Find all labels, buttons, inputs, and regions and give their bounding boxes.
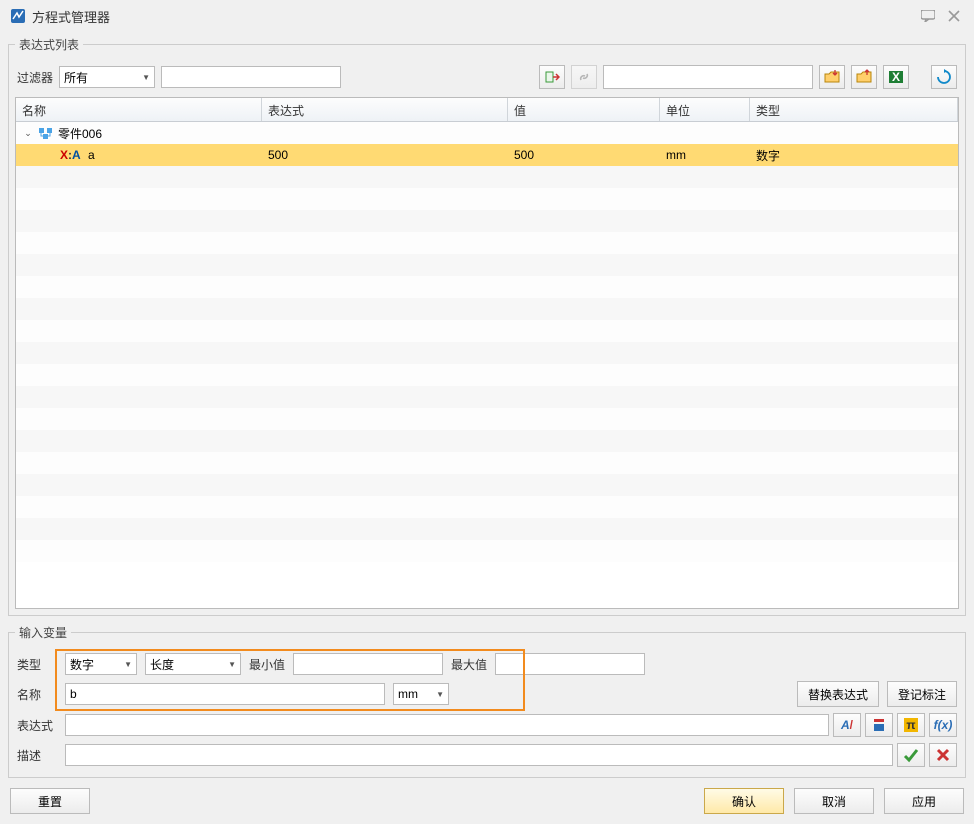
input-variable-panel: 输入变量 类型 数字▼ 长度▼ 最小值 最大值 名称 mm▼ [8, 624, 966, 778]
filter-label: 过滤器 [17, 69, 53, 86]
expression-label: 表达式 [17, 717, 65, 734]
font-italic-icon[interactable]: A/ [833, 713, 861, 737]
excel-button[interactable]: X [883, 65, 909, 89]
quantity-combo[interactable]: 长度▼ [145, 653, 241, 675]
description-input[interactable] [65, 744, 893, 766]
variable-icon: X:A [60, 148, 81, 162]
link-button[interactable] [571, 65, 597, 89]
part-icon [38, 125, 54, 141]
col-expr[interactable]: 表达式 [262, 98, 508, 121]
name-label: 名称 [17, 686, 65, 703]
apply-button[interactable]: 应用 [884, 788, 964, 814]
svg-text:π: π [906, 718, 915, 732]
expression-list-panel: 表达式列表 过滤器 所有 ▼ X [8, 36, 966, 616]
pi-icon[interactable]: π [897, 713, 925, 737]
tree-group-label: 零件006 [58, 125, 958, 142]
row-name: a [88, 148, 95, 162]
register-annotation-button[interactable]: 登记标注 [887, 681, 957, 707]
col-value[interactable]: 值 [508, 98, 660, 121]
cell-type: 数字 [750, 145, 958, 166]
feedback-icon[interactable] [918, 6, 938, 26]
chevron-down-icon: ▼ [142, 73, 150, 82]
type-label: 类型 [17, 656, 65, 673]
replace-expression-button[interactable]: 替换表达式 [797, 681, 879, 707]
accept-icon[interactable] [897, 743, 925, 767]
input-form: 类型 数字▼ 长度▼ 最小值 最大值 名称 mm▼ 替换 [15, 649, 959, 771]
ok-button[interactable]: 确认 [704, 788, 784, 814]
search-input[interactable] [603, 65, 813, 89]
filter-combo[interactable]: 所有 ▼ [59, 66, 155, 88]
cell-name: X:A a [16, 146, 262, 164]
export-folder-button[interactable] [851, 65, 877, 89]
col-name[interactable]: 名称 [16, 98, 262, 121]
tree-group-row[interactable]: ⌄ 零件006 [16, 122, 958, 144]
input-variable-legend: 输入变量 [15, 624, 71, 641]
collapse-icon[interactable]: ⌄ [22, 128, 34, 139]
expression-input[interactable] [65, 714, 829, 736]
unit-combo[interactable]: mm▼ [393, 683, 449, 705]
cell-value: 500 [508, 146, 660, 164]
type-combo[interactable]: 数字▼ [65, 653, 137, 675]
reset-button[interactable]: 重置 [10, 788, 90, 814]
max-input[interactable] [495, 653, 645, 675]
col-type[interactable]: 类型 [750, 98, 958, 121]
chevron-down-icon: ▼ [124, 660, 132, 669]
min-label: 最小值 [249, 656, 285, 673]
cancel-button[interactable]: 取消 [794, 788, 874, 814]
function-icon[interactable]: f(x) [929, 713, 957, 737]
svg-text:X: X [892, 70, 900, 84]
equation-manager-window: 方程式管理器 表达式列表 过滤器 所有 ▼ [0, 0, 974, 824]
grid-header: 名称 表达式 值 单位 类型 [16, 98, 958, 122]
braces-icon[interactable] [865, 713, 893, 737]
expression-list-legend: 表达式列表 [15, 36, 83, 53]
expression-grid: 名称 表达式 值 单位 类型 ⌄ 零件006 X:A a [15, 97, 959, 609]
reject-icon[interactable] [929, 743, 957, 767]
cell-expr: 500 [262, 146, 508, 164]
col-unit[interactable]: 单位 [660, 98, 750, 121]
description-label: 描述 [17, 747, 65, 764]
grid-body[interactable]: ⌄ 零件006 X:A a 500 500 mm 数字 [16, 122, 958, 608]
chevron-down-icon: ▼ [228, 660, 236, 669]
close-icon[interactable] [944, 6, 964, 26]
empty-rows [16, 166, 958, 562]
insert-button[interactable] [539, 65, 565, 89]
table-row[interactable]: X:A a 500 500 mm 数字 [16, 144, 958, 166]
titlebar: 方程式管理器 [0, 0, 974, 32]
filter-text-input[interactable] [161, 66, 341, 88]
refresh-button[interactable] [931, 65, 957, 89]
chevron-down-icon: ▼ [436, 690, 444, 699]
dialog-button-bar: 重置 确认 取消 应用 [0, 782, 974, 824]
app-icon [10, 8, 26, 24]
open-folder-button[interactable] [819, 65, 845, 89]
filter-toolbar: 过滤器 所有 ▼ X [15, 61, 959, 97]
window-title: 方程式管理器 [32, 7, 912, 26]
max-label: 最大值 [451, 656, 487, 673]
filter-combo-value: 所有 [64, 69, 88, 86]
name-input[interactable] [65, 683, 385, 705]
cell-unit: mm [660, 146, 750, 164]
min-input[interactable] [293, 653, 443, 675]
